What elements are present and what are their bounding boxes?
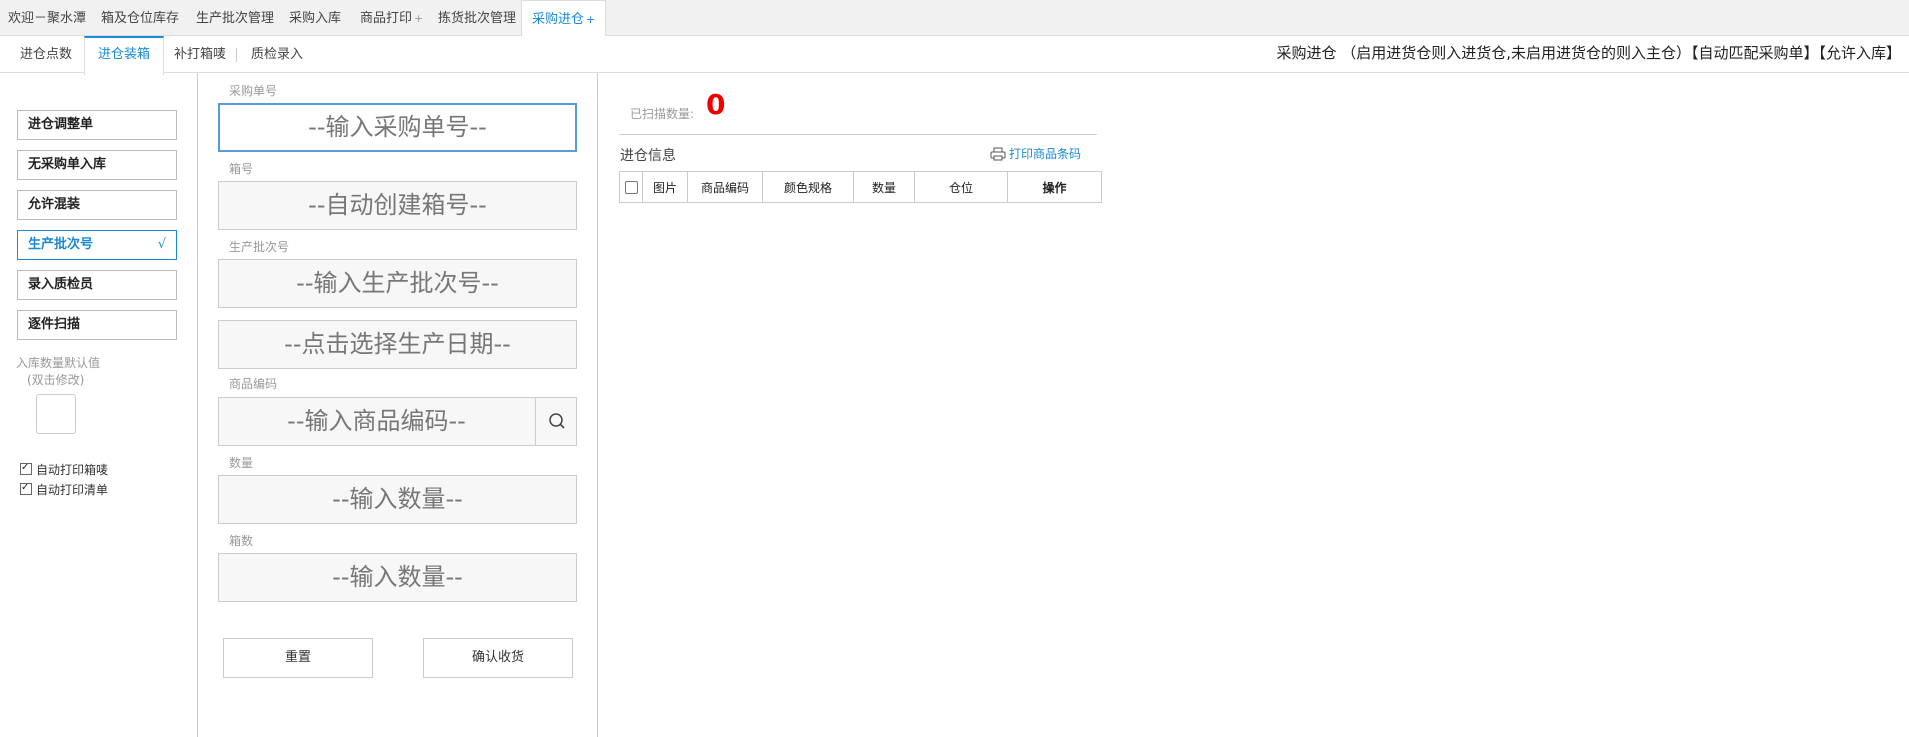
sku-input[interactable]: --输入商品编码-- [218,397,577,446]
auto-print-list-text: 自动打印清单 [36,483,109,497]
tab-purchase-inbound[interactable]: 采购入库 [289,0,341,36]
tab-plus-icon: + [414,12,424,25]
header-select-all[interactable] [619,171,643,203]
option-scan-each[interactable]: 逐件扫描 [17,310,177,340]
qty-label: 数量 [229,456,254,470]
select-all-checkbox[interactable] [624,181,638,194]
subtab-count[interactable]: 进仓点数 [20,36,72,73]
tab-picking-batch[interactable]: 拣货批次管理 [438,0,516,36]
table-header-row: 图片 商品编码 颜色规格 数量 仓位 操作 [619,171,1102,203]
tab-product-print[interactable]: 商品打印 + [360,0,423,36]
confirm-receipt-button[interactable]: 确认收货 [423,638,573,678]
option-no-po-inbound[interactable]: 无采购单入库 [17,150,177,180]
header-sku: 商品编码 [687,171,763,203]
header-color-spec: 颜色规格 [762,171,854,203]
header-action: 操作 [1007,171,1102,203]
tab-production-batch[interactable]: 生产批次管理 [196,0,274,36]
reset-button[interactable]: 重置 [223,638,373,678]
tab-plus-icon: + [586,13,596,26]
production-date-picker[interactable]: --点击选择生产日期-- [218,320,577,369]
qty-input[interactable]: --输入数量-- [218,475,577,524]
default-qty-label: 入库数量默认值 [16,356,101,370]
check-mark-icon: √ [157,237,166,252]
tab-divider [236,48,237,62]
option-allow-mixed[interactable]: 允许混装 [17,190,177,220]
auto-print-box-label-row[interactable]: 自动打印箱唛 [20,460,109,478]
auto-print-list-checkbox[interactable] [20,480,32,496]
option-adjust-order[interactable]: 进仓调整单 [17,110,177,140]
header-image: 图片 [642,171,688,203]
po-number-label: 采购单号 [229,84,278,98]
box-count-label: 箱数 [229,534,254,548]
inbound-info-title: 进仓信息 [620,148,676,164]
default-qty-hint: (双击修改) [27,373,85,387]
mode-description: 采购进仓 （启用进货仓则入进货仓,未启用进货仓的则入主仓）【自动匹配采购单】【允… [1276,44,1901,62]
auto-print-box-label-checkbox[interactable] [20,460,32,476]
subtab-reprint-label[interactable]: 补打箱唛 [174,36,226,73]
inbound-info-table: 图片 商品编码 颜色规格 数量 仓位 操作 [619,171,1102,203]
scanned-count-value: 0 [706,88,726,121]
column-divider [197,73,198,737]
header-qty: 数量 [853,171,915,203]
default-qty-input[interactable] [36,394,76,434]
box-number-label: 箱号 [229,162,254,176]
option-qc-inspector[interactable]: 录入质检员 [17,270,177,300]
tab-welcome[interactable]: 欢迎－聚水潭 [8,0,86,36]
tab-purchase-receiving[interactable]: 采购进仓 + [521,0,607,38]
batch-number-input[interactable]: --输入生产批次号-- [218,259,577,308]
top-tab-bar: 欢迎－聚水潭 箱及仓位库存 生产批次管理 采购入库 商品打印 + 拣货批次管理 采… [0,0,1909,38]
batch-number-label: 生产批次号 [229,240,290,254]
box-number-input[interactable]: --自动创建箱号-- [218,181,577,230]
box-count-input[interactable]: --输入数量-- [218,553,577,602]
sku-placeholder: --输入商品编码-- [287,407,466,435]
column-divider [597,73,598,737]
auto-print-box-label-text: 自动打印箱唛 [36,463,109,477]
subtab-qc-entry[interactable]: 质检录入 [251,36,303,73]
subtab-packing[interactable]: 进仓装箱 [84,36,165,76]
section-divider [619,134,1097,135]
print-barcode-link[interactable]: 打印商品条码 [990,145,1081,162]
header-location: 仓位 [914,171,1008,203]
po-number-input[interactable]: --输入采购单号-- [218,103,577,152]
auto-print-list-row[interactable]: 自动打印清单 [20,480,109,498]
search-icon [549,413,565,429]
tab-box-location-stock[interactable]: 箱及仓位库存 [101,0,179,36]
printer-icon [990,147,1006,161]
sku-search-button[interactable] [535,397,577,446]
sku-label: 商品编码 [229,377,278,391]
option-batch-number[interactable]: 生产批次号 √ [17,230,177,260]
scanned-count-label: 已扫描数量: [630,107,695,121]
